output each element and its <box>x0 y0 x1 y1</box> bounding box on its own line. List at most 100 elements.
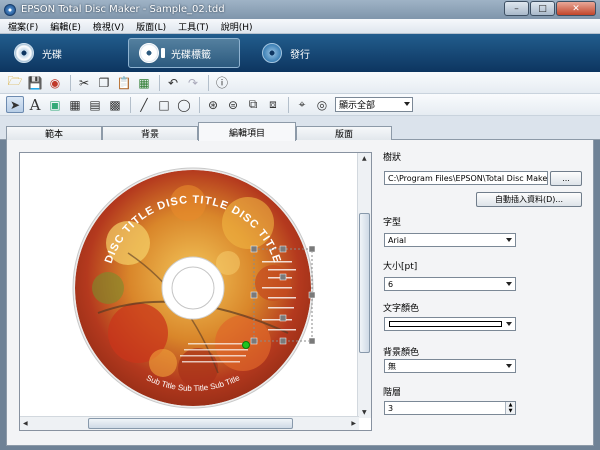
minimize-button[interactable]: – <box>504 1 529 16</box>
auto-insert-label: 自動插入資料(D)... <box>494 195 564 204</box>
vertical-scroll-thumb[interactable] <box>359 213 370 353</box>
text-color-swatch <box>389 321 502 327</box>
help-icon[interactable]: ⓘ <box>213 74 231 91</box>
align-center-icon[interactable]: ⊛ <box>204 96 222 113</box>
mode-bar: 光碟 光碟標籤 發行 <box>0 34 600 72</box>
auto-insert-button[interactable]: 自動插入資料(D)... <box>476 192 582 207</box>
toolbar-separator <box>130 96 131 113</box>
layer-label: 階層 <box>383 388 402 398</box>
close-button[interactable]: ✕ <box>556 1 596 16</box>
menu-edit[interactable]: 編輯(E) <box>50 20 81 33</box>
path-field[interactable]: C:\Program Files\EPSON\Total Disc Maker <box>384 171 548 185</box>
display-select-value: 顯示全部 <box>339 101 376 111</box>
image-tool-icon[interactable]: ▣ <box>46 96 64 113</box>
barcode-tool-icon[interactable]: ▤ <box>86 96 104 113</box>
horizontal-scroll-thumb[interactable] <box>88 418 293 429</box>
display-select[interactable]: 顯示全部 <box>335 97 413 112</box>
scroll-down-icon[interactable]: ▼ <box>362 409 367 416</box>
window-controls: – □ ✕ <box>504 1 596 16</box>
send-back-icon[interactable]: ⧈ <box>264 96 282 113</box>
tab-template-label: 範本 <box>44 130 63 140</box>
import-icon[interactable]: ▦ <box>135 74 153 91</box>
tab-edit-items[interactable]: 編輯項目 <box>198 122 296 141</box>
edit-toolbar: ➤ A ▣ ▦ ▤ ▩ ╱ □ ◯ ⊛ ⊜ ⧉ ⧈ ⌖ ◎ 顯示全部 <box>0 94 600 116</box>
chevron-down-icon <box>506 322 512 326</box>
disc-preview[interactable]: DISC TITLE DISC TITLE DISC TITLE Sub Tit… <box>68 163 318 413</box>
maximize-button[interactable]: □ <box>530 1 555 16</box>
label-canvas[interactable]: DISC TITLE DISC TITLE DISC TITLE Sub Tit… <box>19 152 372 431</box>
text-color-select[interactable] <box>384 317 516 331</box>
vertical-scrollbar[interactable]: ▲ ▼ <box>357 153 371 418</box>
app-disc-icon <box>4 3 16 16</box>
mode-publish[interactable]: 發行 <box>252 38 320 68</box>
chevron-down-icon <box>404 102 410 106</box>
path-value: C:\Program Files\EPSON\Total Disc Maker <box>388 173 548 183</box>
mode-disc[interactable]: 光碟 <box>4 38 124 68</box>
cut-icon[interactable]: ✂ <box>75 74 93 91</box>
scroll-left-icon[interactable]: ◀ <box>23 420 28 427</box>
tab-strip: 範本 背景 編輯項目 版面 <box>0 116 600 141</box>
bring-front-icon[interactable]: ⧉ <box>244 96 262 113</box>
menu-file[interactable]: 檔案(F) <box>8 20 38 33</box>
publish-icon <box>262 43 282 63</box>
align-middle-icon[interactable]: ⊜ <box>224 96 242 113</box>
toolbar-separator <box>288 96 289 113</box>
main-toolbar: 🗁 💾 ◉ ✂ ❐ 📋 ▦ ↶ ↷ ⓘ <box>0 72 600 94</box>
menu-help[interactable]: 說明(H) <box>221 20 253 33</box>
ellipse-tool-icon[interactable]: ◯ <box>175 96 193 113</box>
disc-label-icon <box>139 43 159 63</box>
chevron-down-icon <box>506 238 512 242</box>
redo-icon[interactable]: ↷ <box>184 74 202 91</box>
bg-color-select[interactable]: 無 <box>384 359 516 373</box>
copy-icon[interactable]: ❐ <box>95 74 113 91</box>
open-folder-icon[interactable]: 🗁 <box>6 74 24 91</box>
browse-button[interactable]: ... <box>550 171 582 186</box>
font-value: Arial <box>388 235 407 245</box>
horizontal-scrollbar[interactable]: ◀ ▶ <box>20 416 359 430</box>
select-pointer-icon[interactable]: ➤ <box>6 96 24 113</box>
menu-tools[interactable]: 工具(T) <box>178 20 209 33</box>
bg-color-value: 無 <box>388 361 396 371</box>
layer-value: 3 <box>388 403 394 413</box>
spin-down-icon[interactable]: ▼ <box>506 408 515 414</box>
rectangle-tool-icon[interactable]: □ <box>155 96 173 113</box>
undo-icon[interactable]: ↶ <box>164 74 182 91</box>
layer-spinner[interactable]: 3 ▲ ▼ <box>384 401 516 415</box>
mode-disc-label: 光碟 <box>42 49 62 61</box>
print-disc-icon[interactable]: ◉ <box>46 74 64 91</box>
text-color-label: 文字顏色 <box>383 304 420 314</box>
size-label: 大小[pt] <box>383 262 418 272</box>
grid-tool-icon[interactable]: ▦ <box>66 96 84 113</box>
scroll-right-icon[interactable]: ▶ <box>351 420 356 427</box>
menu-view[interactable]: 檢視(V) <box>93 20 124 33</box>
edit-panel: DISC TITLE DISC TITLE DISC TITLE Sub Tit… <box>6 140 594 446</box>
text-tool-icon[interactable]: A <box>26 96 44 114</box>
browse-label: ... <box>562 174 570 183</box>
disc-view-icon[interactable]: ◎ <box>313 96 331 113</box>
tab-background[interactable]: 背景 <box>102 126 198 140</box>
rotate-handle-left[interactable] <box>242 341 250 349</box>
mode-disc-label-tab[interactable]: 光碟標籤 <box>128 38 240 68</box>
menu-layout[interactable]: 版面(L) <box>136 20 166 33</box>
mode-disc-label-label: 光碟標籤 <box>171 49 211 61</box>
save-icon[interactable]: 💾 <box>26 74 44 91</box>
scroll-up-icon[interactable]: ▲ <box>362 155 367 162</box>
line-tool-icon[interactable]: ╱ <box>135 96 153 113</box>
bg-color-label: 背景顏色 <box>383 348 420 358</box>
size-select[interactable]: 6 <box>384 277 516 291</box>
font-label: 字型 <box>383 218 402 228</box>
crop-icon[interactable]: ⌖ <box>293 96 311 113</box>
window-title: EPSON Total Disc Maker - Sample_02.tdd <box>21 4 225 15</box>
tab-layout-label: 版面 <box>334 130 353 140</box>
tab-layout[interactable]: 版面 <box>296 126 392 140</box>
title-bar: EPSON Total Disc Maker - Sample_02.tdd –… <box>0 0 600 19</box>
toolbar-separator <box>208 74 209 91</box>
font-select[interactable]: Arial <box>384 233 516 247</box>
tree-tool-icon[interactable]: ▩ <box>106 96 124 113</box>
pen-icon <box>161 48 165 58</box>
size-value: 6 <box>388 279 394 289</box>
paste-icon[interactable]: 📋 <box>115 74 133 91</box>
tab-template[interactable]: 範本 <box>6 126 102 140</box>
toolbar-separator <box>70 74 71 91</box>
layer-spin-buttons[interactable]: ▲ ▼ <box>505 402 515 414</box>
